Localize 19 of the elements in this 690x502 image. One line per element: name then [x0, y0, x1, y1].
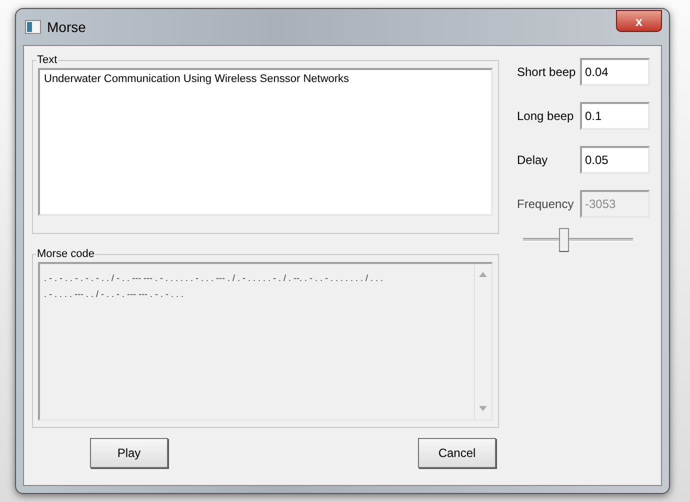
field-label: Delay — [517, 153, 549, 167]
group-label: Morse code — [36, 248, 96, 260]
morse-text-area[interactable]: . - . - . . - . - . - . . / - . . --- --- . - . . . . . . - . . . --- . / . - . . . . . - . / . --. . - . . - . . . . . . . / . . . . - . . . . --- . . / - . . - . --- --- . - . - . . . — [38, 262, 493, 421]
field-label: Frequency — [517, 197, 575, 211]
scroll-up-icon[interactable] — [479, 272, 487, 277]
cancel-button[interactable]: Cancel — [418, 438, 496, 468]
close-button[interactable]: x — [616, 10, 662, 32]
scroll-down-icon[interactable] — [479, 406, 487, 411]
text-area[interactable]: Underwater Communication Using Wireless Senssor Networks — [38, 68, 493, 216]
app-icon — [25, 20, 41, 34]
group-label: Text — [36, 54, 58, 66]
value-field[interactable]: 0.05 — [580, 146, 650, 174]
play-button[interactable]: Play — [90, 438, 168, 468]
value-field[interactable]: 0.04 — [580, 58, 650, 86]
field-label: Long beep — [517, 109, 575, 123]
window-title: Morse — [47, 19, 87, 35]
field-label: Short beep — [517, 65, 577, 79]
slider-thumb[interactable] — [558, 228, 569, 252]
value-field[interactable]: 0.1 — [580, 102, 650, 130]
